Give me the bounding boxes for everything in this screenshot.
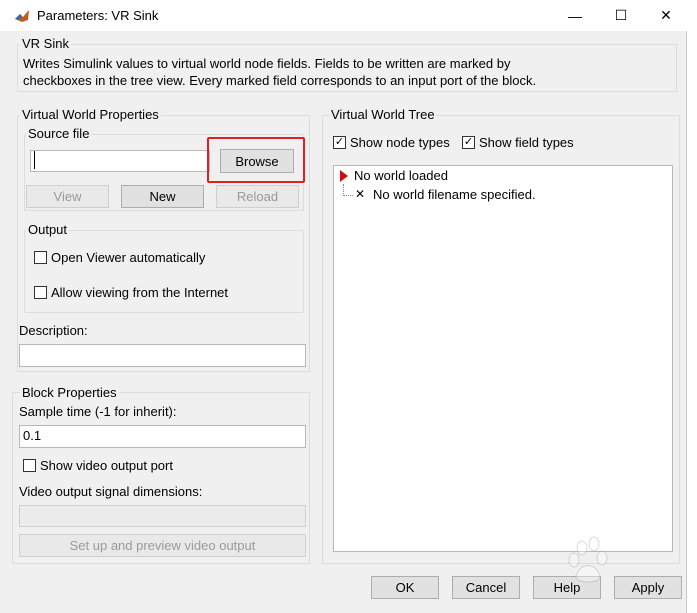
close-button[interactable]: ✕: [643, 0, 689, 31]
description-line-1: Writes Simulink values to virtual world …: [23, 56, 511, 71]
maximize-button[interactable]: ☐: [598, 0, 644, 31]
setup-video-button[interactable]: Set up and preview video output: [19, 534, 306, 557]
allow-internet-label: Allow viewing from the Internet: [51, 285, 229, 300]
output-group: [24, 230, 304, 313]
show-video-label: Show video output port: [40, 458, 173, 473]
source-file-input[interactable]: [30, 150, 210, 172]
allow-internet-checkbox[interactable]: [34, 286, 47, 299]
sample-time-label: Sample time (-1 for inherit):: [19, 404, 177, 419]
matlab-icon: [15, 10, 29, 22]
show-node-types-label: Show node types: [350, 135, 450, 150]
description-input[interactable]: [19, 344, 306, 367]
video-dims-input[interactable]: [19, 505, 306, 527]
new-button[interactable]: New: [121, 185, 204, 208]
view-button[interactable]: View: [26, 185, 109, 208]
open-viewer-label: Open Viewer automatically: [51, 250, 206, 265]
background-strip: [687, 0, 697, 613]
vw-tree-label: Virtual World Tree: [329, 107, 437, 122]
show-field-types-label: Show field types: [479, 135, 574, 150]
source-file-label: Source file: [26, 126, 92, 141]
dialog-window: Parameters: VR Sink — ☐ ✕ VR Sink Writes…: [0, 0, 687, 613]
tree-child-node[interactable]: No world filename specified.: [373, 187, 536, 202]
vr-sink-group-label: VR Sink: [20, 36, 71, 51]
cancel-button[interactable]: Cancel: [452, 576, 520, 599]
vw-properties-label: Virtual World Properties: [20, 107, 161, 122]
x-mark-icon: ✕: [355, 187, 366, 201]
block-properties-label: Block Properties: [20, 385, 119, 400]
show-video-checkbox[interactable]: [23, 459, 36, 472]
ok-button[interactable]: OK: [371, 576, 439, 599]
show-node-types-checkbox[interactable]: ✓: [333, 136, 346, 149]
tree-root-node[interactable]: No world loaded: [354, 168, 448, 183]
reload-button[interactable]: Reload: [216, 185, 299, 208]
video-dims-label: Video output signal dimensions:: [19, 484, 203, 499]
description-line-2: checkboxes in the tree view. Every marke…: [23, 73, 537, 88]
output-label: Output: [26, 222, 70, 237]
window-title: Parameters: VR Sink: [37, 8, 159, 23]
baidu-watermark-logo: [568, 536, 608, 583]
minimize-button[interactable]: —: [552, 0, 598, 31]
title-bar: Parameters: VR Sink — ☐ ✕: [0, 0, 687, 31]
sample-time-input[interactable]: 0.1: [19, 425, 306, 448]
show-field-types-checkbox[interactable]: ✓: [462, 136, 475, 149]
text-cursor: [34, 151, 35, 169]
tree-view[interactable]: No world loaded ✕ No world filename spec…: [333, 165, 673, 552]
tree-connector-line-h: [343, 195, 353, 196]
open-viewer-checkbox[interactable]: [34, 251, 47, 264]
browse-highlight-box: [207, 137, 305, 183]
expand-arrow-icon[interactable]: [339, 170, 349, 182]
description-field-label: Description:: [19, 323, 88, 338]
